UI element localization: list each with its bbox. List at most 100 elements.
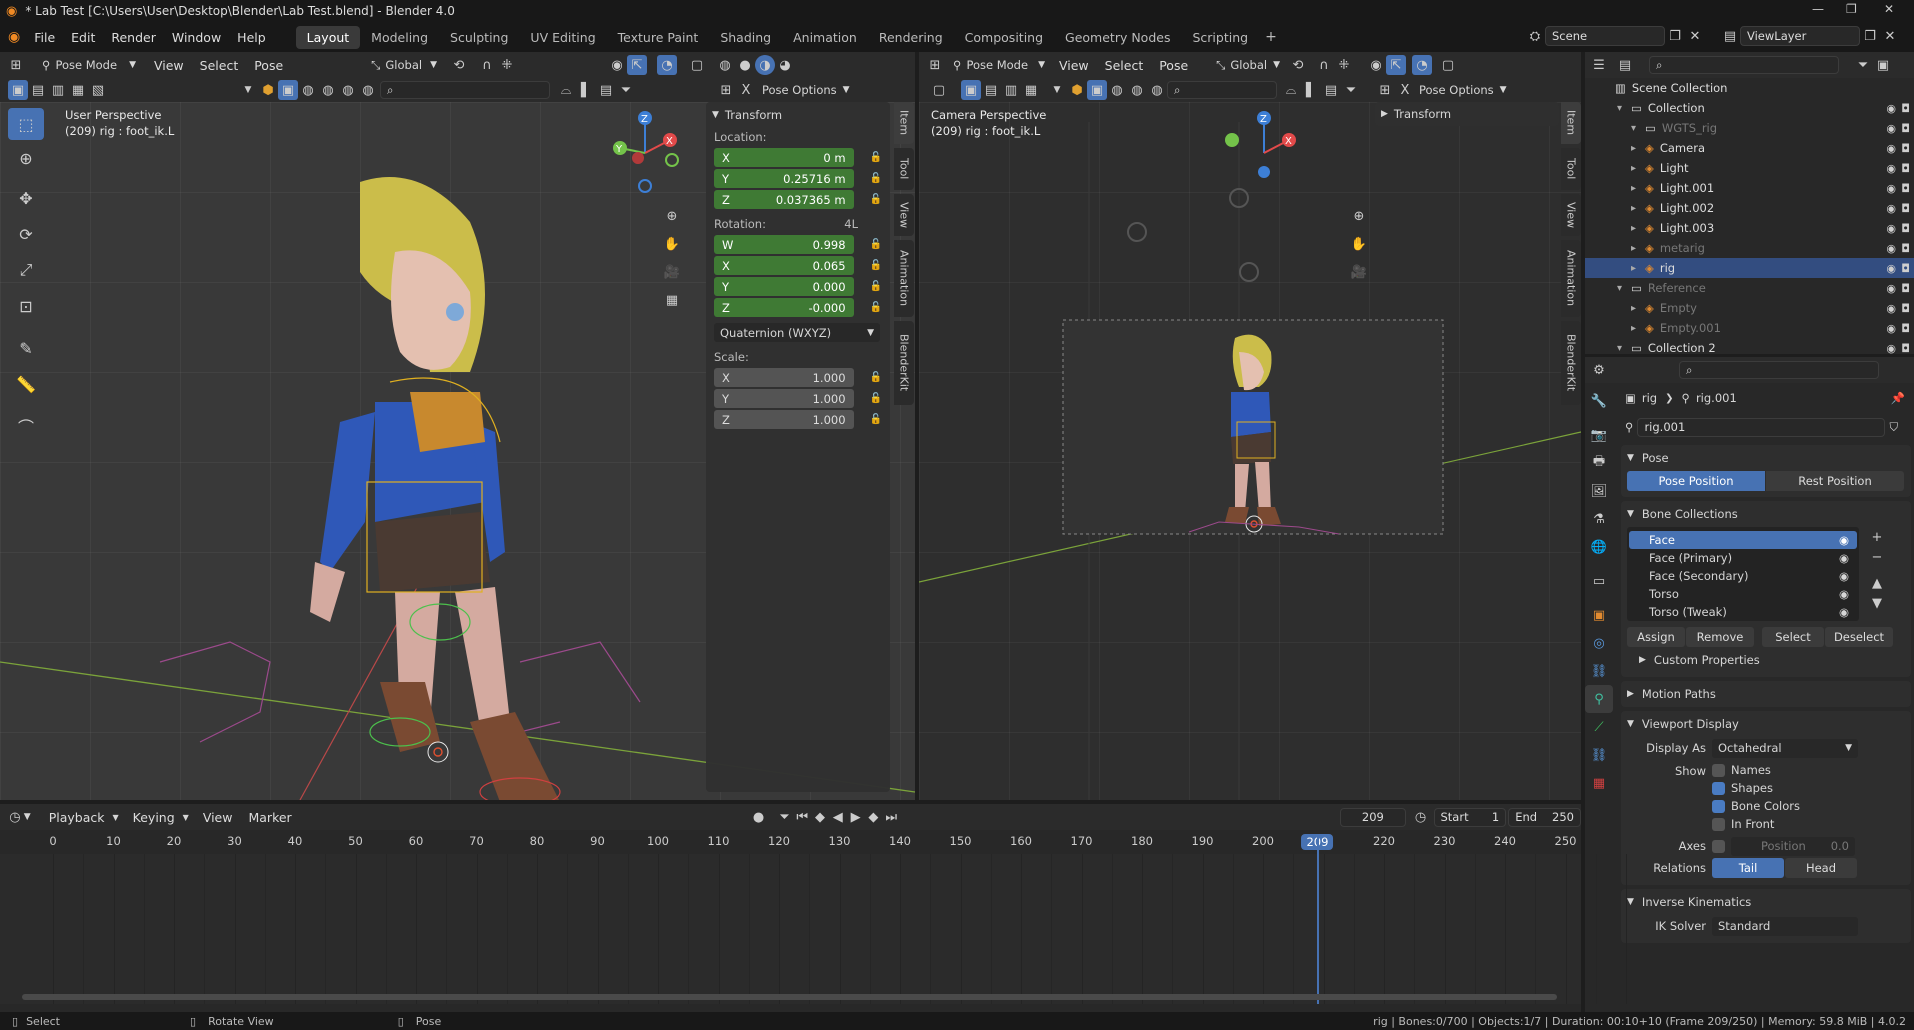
outliner-row-empty[interactable]: ▸ ◈ Empty ◉ ◘ bbox=[1585, 298, 1914, 318]
left-3d-viewport[interactable]: ⊞ ⚲ Pose Mode ▼ View Select Pose ⤡ Globa… bbox=[0, 52, 915, 800]
rotation-y-field[interactable]: Y 0.000 bbox=[714, 277, 854, 296]
pivot-icon[interactable]: ⟲ bbox=[449, 55, 469, 75]
blender-menu-icon[interactable]: ◉ bbox=[8, 29, 20, 45]
play-reverse-icon[interactable]: ◀ bbox=[829, 807, 847, 827]
left-menu-pose[interactable]: Pose bbox=[246, 58, 291, 73]
select-box-mode-icon[interactable]: ▣ bbox=[8, 80, 28, 100]
bone-collection-item[interactable]: Face ◉ bbox=[1629, 531, 1857, 549]
lock-icon[interactable]: 🔓 bbox=[870, 239, 882, 250]
rotation-w-field[interactable]: W 0.998 bbox=[714, 235, 854, 254]
physics-tab-icon[interactable]: ◎ bbox=[1585, 629, 1613, 657]
editor-type-icon[interactable]: ⊞ bbox=[6, 55, 26, 75]
chevron-right-icon[interactable]: ▸ bbox=[1631, 143, 1645, 154]
visibility-eye-icon[interactable]: ◉ bbox=[1886, 242, 1896, 255]
chevron-right-icon[interactable]: ▸ bbox=[1631, 203, 1645, 214]
sidebar-tab-blenderkit[interactable]: BlenderKit bbox=[1561, 321, 1581, 405]
material-shading-icon[interactable]: ◑ bbox=[754, 55, 775, 75]
lock-icon[interactable]: 🔓 bbox=[870, 414, 882, 425]
render-camera-icon[interactable]: ◘ bbox=[1901, 242, 1910, 255]
outliner-row-light-001[interactable]: ▸ ◈ Light.001 ◉ ◘ bbox=[1585, 178, 1914, 198]
lock-icon[interactable]: 🔓 bbox=[870, 194, 882, 205]
eye-icon[interactable]: ◉ bbox=[1839, 605, 1849, 619]
select-button[interactable]: Select bbox=[1762, 627, 1824, 647]
sidebar-tab-animation[interactable]: Animation bbox=[894, 240, 914, 317]
select-invert-icon[interactable]: ▦ bbox=[1021, 80, 1041, 100]
rotation-mode-dropdown[interactable]: Quaternion (WXYZ) ▼ bbox=[714, 323, 880, 342]
workspace-tab-modeling[interactable]: Modeling bbox=[360, 26, 439, 49]
clock-icon[interactable]: ◷ bbox=[1412, 807, 1430, 827]
render-camera-icon[interactable]: ◘ bbox=[1901, 342, 1910, 355]
right-viewport-canvas[interactable]: Camera Perspective (209) rig : foot_ik.L… bbox=[919, 102, 1581, 800]
scene-selector[interactable]: ⛭ Scene ❐ ✕ bbox=[1525, 26, 1705, 46]
start-frame-field[interactable]: Start 1 bbox=[1433, 807, 1507, 827]
add-workspace-icon[interactable]: + bbox=[1265, 29, 1277, 45]
bookmark-icon[interactable]: ▌ bbox=[1301, 80, 1321, 100]
properties-editor-type-icon[interactable]: ⚙ bbox=[1589, 360, 1609, 380]
right-menu-pose[interactable]: Pose bbox=[1151, 58, 1196, 73]
filter-icon[interactable]: ⏷ bbox=[1341, 80, 1361, 100]
render-camera-icon[interactable]: ◘ bbox=[1901, 222, 1910, 235]
visibility-eye-icon[interactable]: ◉ bbox=[1886, 102, 1896, 115]
proportional-icon[interactable]: ⁜ bbox=[1334, 55, 1354, 75]
location-z-field[interactable]: Z 0.037365 m bbox=[714, 190, 854, 209]
world-tab-icon[interactable]: 🌐 bbox=[1585, 533, 1613, 561]
bone-tab-icon[interactable]: ⟋ bbox=[1585, 713, 1613, 741]
menu-help[interactable]: Help bbox=[229, 30, 274, 45]
transform-tool-icon[interactable]: ⊡ bbox=[8, 288, 44, 324]
wireframe-shading-icon[interactable]: ◍ bbox=[715, 55, 735, 75]
render-camera-icon[interactable]: ◘ bbox=[1901, 322, 1910, 335]
scene-tab-icon[interactable]: ⚗ bbox=[1585, 505, 1613, 533]
select-invert-icon[interactable]: ▦ bbox=[68, 80, 88, 100]
select-box-mode-icon-active[interactable]: ▣ bbox=[961, 80, 981, 100]
checkbox[interactable] bbox=[1712, 817, 1725, 831]
checkbox[interactable] bbox=[1712, 799, 1725, 813]
mirror-icon[interactable]: ⊞ bbox=[1375, 80, 1395, 100]
chevron-right-icon[interactable]: ▸ bbox=[1631, 223, 1645, 234]
play-icon[interactable]: ▶ bbox=[847, 807, 865, 827]
bookmark-icon[interactable]: ▌ bbox=[576, 80, 596, 100]
viewport-display-header[interactable]: ▼ Viewport Display bbox=[1621, 711, 1911, 737]
snap-icon[interactable]: ∩ bbox=[1314, 55, 1334, 75]
display-as-dropdown[interactable]: Octahedral ▼ bbox=[1712, 738, 1858, 758]
remove-button[interactable]: Remove bbox=[1686, 627, 1754, 647]
viewlayer-selector[interactable]: ▤ ViewLayer ❐ ✕ bbox=[1720, 26, 1900, 46]
gizmo-icon[interactable]: ⇱ bbox=[1385, 55, 1406, 75]
pose-select-icon[interactable]: ▣ bbox=[278, 80, 298, 100]
right-mode-dropdown[interactable]: ⚲ Pose Mode ▼ bbox=[953, 58, 1045, 72]
sidebar-tab-blenderkit[interactable]: BlenderKit bbox=[894, 321, 914, 405]
bone-collections-header[interactable]: ▼ Bone Collections bbox=[1621, 501, 1911, 527]
bone-collection-item[interactable]: Torso ◉ bbox=[1629, 585, 1857, 603]
chevron-right-icon[interactable]: ▸ bbox=[1631, 263, 1645, 274]
timeline-menu-marker[interactable]: Marker bbox=[240, 810, 299, 825]
properties-search[interactable]: ⌕ bbox=[1679, 361, 1879, 379]
left-viewport-canvas[interactable]: User Perspective (209) rig : foot_ik.L ⬚… bbox=[0, 102, 915, 800]
move-down-icon[interactable]: ▼ bbox=[1867, 593, 1887, 613]
rotation-z-field[interactable]: Z -0.000 bbox=[714, 298, 854, 317]
timeline-body[interactable] bbox=[0, 834, 1627, 1004]
maximize-button[interactable]: ❐ bbox=[1846, 2, 1857, 16]
output-tab-icon[interactable]: 🖶 bbox=[1585, 449, 1613, 477]
constraints-tab-icon[interactable]: ⛓ bbox=[1585, 657, 1613, 685]
sidebar-tab-animation[interactable]: Animation bbox=[1561, 240, 1581, 317]
outliner-row-collection-2[interactable]: ▾ ▭ Collection 2 ◉ ◘ bbox=[1585, 338, 1914, 358]
chevron-right-icon[interactable]: ▸ bbox=[1631, 303, 1645, 314]
chevron-down-icon[interactable]: ▾ bbox=[1617, 103, 1631, 114]
location-y-field[interactable]: Y 0.25716 m bbox=[714, 169, 854, 188]
annotate-tool-icon[interactable]: ✎ bbox=[8, 330, 44, 366]
outliner-search[interactable]: ⌕ bbox=[1649, 56, 1839, 74]
timeline-menu-playback[interactable]: Playback bbox=[41, 810, 113, 825]
close-window-button[interactable]: ✕ bbox=[1884, 2, 1894, 16]
menu-file[interactable]: File bbox=[26, 30, 63, 45]
workspace-tab-layout[interactable]: Layout bbox=[295, 25, 361, 49]
minimize-button[interactable]: — bbox=[1812, 2, 1824, 16]
show-option-names[interactable]: Names bbox=[1712, 761, 1800, 779]
pan-hand-icon[interactable]: ✋ bbox=[1345, 230, 1373, 258]
left-orientation-dropdown[interactable]: ⤡ Global ▼ bbox=[371, 58, 437, 73]
chevron-down-icon[interactable]: ▼ bbox=[24, 812, 31, 822]
right-menu-select[interactable]: Select bbox=[1097, 58, 1152, 73]
outliner-row-wgts_rig[interactable]: ▾ ▭ WGTS_rig ◉ ◘ bbox=[1585, 118, 1914, 138]
left-mode-dropdown[interactable]: ⚲ Pose Mode ▼ bbox=[36, 58, 142, 72]
visibility-eye-icon[interactable]: ◉ bbox=[1886, 122, 1896, 135]
left-search-field[interactable]: ⌕ bbox=[380, 81, 550, 99]
sidebar-tab-item[interactable]: Item bbox=[894, 102, 914, 144]
